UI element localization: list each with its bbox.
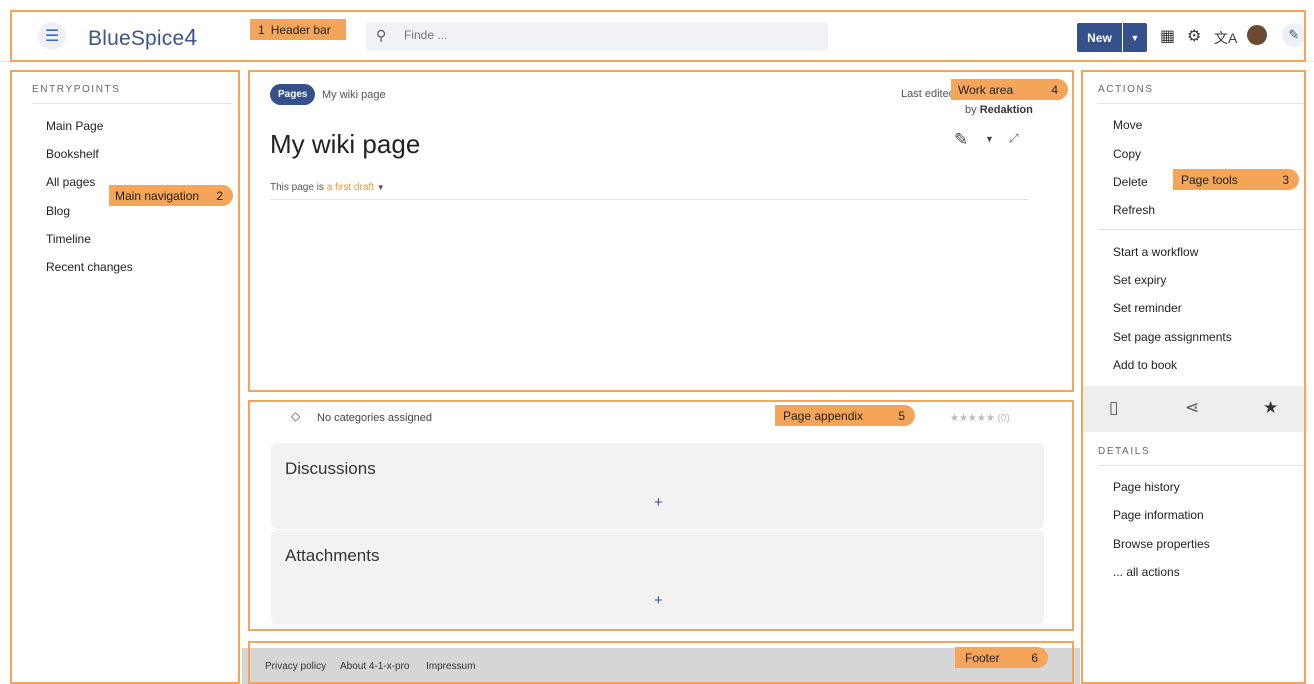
- action-copy[interactable]: Copy: [1113, 147, 1141, 161]
- share-icon[interactable]: ⋖: [1185, 398, 1199, 418]
- page-status: This page is a first draft ▼: [270, 182, 385, 193]
- action-refresh[interactable]: Refresh: [1113, 203, 1155, 217]
- callout-number: 3: [1282, 172, 1289, 187]
- breadcrumb[interactable]: My wiki page: [322, 89, 386, 101]
- nav-item-timeline[interactable]: Timeline: [46, 232, 91, 246]
- logo-text: BlueSpice: [88, 27, 185, 50]
- translate-icon[interactable]: 文A: [1214, 28, 1237, 48]
- user-avatar[interactable]: [1247, 25, 1267, 45]
- editor-prefix: by: [965, 104, 977, 116]
- action-set-expiry[interactable]: Set expiry: [1113, 273, 1166, 287]
- callout-number: 2: [216, 188, 223, 203]
- nav-item-all-pages[interactable]: All pages: [46, 175, 95, 189]
- divider: [32, 103, 232, 104]
- wrench-icon[interactable]: ✎: [1282, 23, 1306, 47]
- header-bar: ☰ BlueSpice4 ⚲ New ▼ ▦ ⚙ 文A ✎: [0, 0, 1314, 62]
- page-tools-region-frame: [1081, 70, 1306, 684]
- divider: [270, 199, 1029, 200]
- callout-number: 4: [1051, 82, 1058, 97]
- page-title: My wiki page: [270, 129, 421, 159]
- new-dropdown-chevron-icon[interactable]: ▼: [1123, 23, 1147, 52]
- callout-header-bar: 1 Header bar: [250, 19, 346, 40]
- search-box[interactable]: ⚲: [366, 22, 828, 51]
- nav-item-blog[interactable]: Blog: [46, 204, 70, 218]
- entrypoints-heading: ENTRYPOINTS: [32, 84, 121, 95]
- add-discussion-button[interactable]: +: [654, 494, 663, 511]
- gear-icon[interactable]: ⚙: [1187, 26, 1201, 46]
- footer-link-about[interactable]: About 4-1-x-pro: [340, 661, 409, 672]
- callout-number: 1: [258, 22, 265, 37]
- footer-link-privacy[interactable]: Privacy policy: [265, 661, 326, 672]
- nav-item-main-page[interactable]: Main Page: [46, 119, 103, 133]
- main-navigation-region-frame: [10, 70, 240, 684]
- details-heading: DETAILS: [1098, 446, 1151, 457]
- attachments-title: Attachments: [285, 546, 380, 565]
- callout-page-appendix: Page appendix 5: [775, 405, 915, 426]
- action-delete[interactable]: Delete: [1113, 175, 1148, 189]
- divider: [1098, 103, 1304, 104]
- callout-number: 6: [1031, 650, 1038, 665]
- categories-text[interactable]: No categories assigned: [317, 412, 432, 424]
- new-button[interactable]: New: [1077, 23, 1122, 52]
- editor-name[interactable]: Redaktion: [980, 104, 1033, 116]
- details-all-actions[interactable]: ... all actions: [1113, 565, 1180, 579]
- callout-label: Work area: [958, 82, 1014, 97]
- search-input[interactable]: [404, 28, 704, 42]
- action-set-page-assignments[interactable]: Set page assignments: [1113, 330, 1232, 344]
- action-add-to-book[interactable]: Add to book: [1113, 358, 1177, 372]
- callout-label: Page appendix: [783, 408, 864, 423]
- chevron-down-icon[interactable]: ▼: [985, 134, 994, 144]
- callout-page-tools: Page tools 3: [1173, 169, 1299, 190]
- callout-number: 5: [898, 408, 905, 423]
- action-start-workflow[interactable]: Start a workflow: [1113, 245, 1198, 259]
- page-tools-icon-strip: ▯ ⋖ ★: [1081, 386, 1308, 432]
- discussions-panel: Discussions +: [271, 443, 1044, 529]
- action-set-reminder[interactable]: Set reminder: [1113, 301, 1182, 315]
- star-icon[interactable]: ★: [1263, 398, 1278, 418]
- status-value[interactable]: a first draft: [327, 182, 374, 193]
- logo-version: 4: [184, 24, 198, 50]
- search-icon[interactable]: ⚲: [376, 27, 386, 44]
- logo[interactable]: BlueSpice4: [88, 24, 197, 51]
- action-move[interactable]: Move: [1113, 118, 1142, 132]
- footer-link-impressum[interactable]: Impressum: [426, 661, 475, 672]
- divider: [1098, 465, 1304, 466]
- tag-icon: ◇: [291, 409, 301, 423]
- divider: [1098, 229, 1304, 230]
- apps-grid-icon[interactable]: ▦: [1160, 26, 1175, 46]
- callout-label: Footer: [965, 650, 1000, 665]
- hamburger-menu-icon[interactable]: ☰: [38, 22, 66, 50]
- expand-icon[interactable]: ⤢: [1009, 131, 1019, 146]
- attachments-panel: Attachments +: [271, 530, 1044, 624]
- chevron-down-icon[interactable]: ▼: [377, 183, 385, 192]
- callout-footer: Footer 6: [955, 647, 1048, 668]
- callout-label: Header bar: [270, 22, 331, 37]
- details-page-information[interactable]: Page information: [1113, 508, 1204, 522]
- callout-label: Page tools: [1181, 172, 1238, 187]
- last-edited[interactable]: Last edited: [901, 88, 955, 100]
- pencil-icon[interactable]: ✎: [954, 130, 968, 150]
- details-browse-properties[interactable]: Browse properties: [1113, 537, 1210, 551]
- editor-info: by Redaktion: [965, 104, 1033, 116]
- callout-main-navigation: Main navigation 2: [109, 185, 233, 206]
- rating-stars[interactable]: ★★★★★ (0): [950, 413, 1010, 424]
- discussions-title: Discussions: [285, 459, 376, 478]
- details-page-history[interactable]: Page history: [1113, 480, 1180, 494]
- callout-label: Main navigation: [115, 188, 200, 203]
- add-attachment-button[interactable]: +: [654, 592, 663, 609]
- page-icon[interactable]: ▯: [1109, 398, 1118, 418]
- nav-item-recent-changes[interactable]: Recent changes: [46, 260, 133, 274]
- actions-heading: ACTIONS: [1098, 84, 1154, 95]
- nav-item-bookshelf[interactable]: Bookshelf: [46, 147, 99, 161]
- callout-work-area: Work area 4: [951, 79, 1068, 100]
- work-area-region-frame: [248, 70, 1074, 392]
- namespace-badge[interactable]: Pages: [270, 84, 316, 105]
- status-prefix: This page is: [270, 182, 324, 193]
